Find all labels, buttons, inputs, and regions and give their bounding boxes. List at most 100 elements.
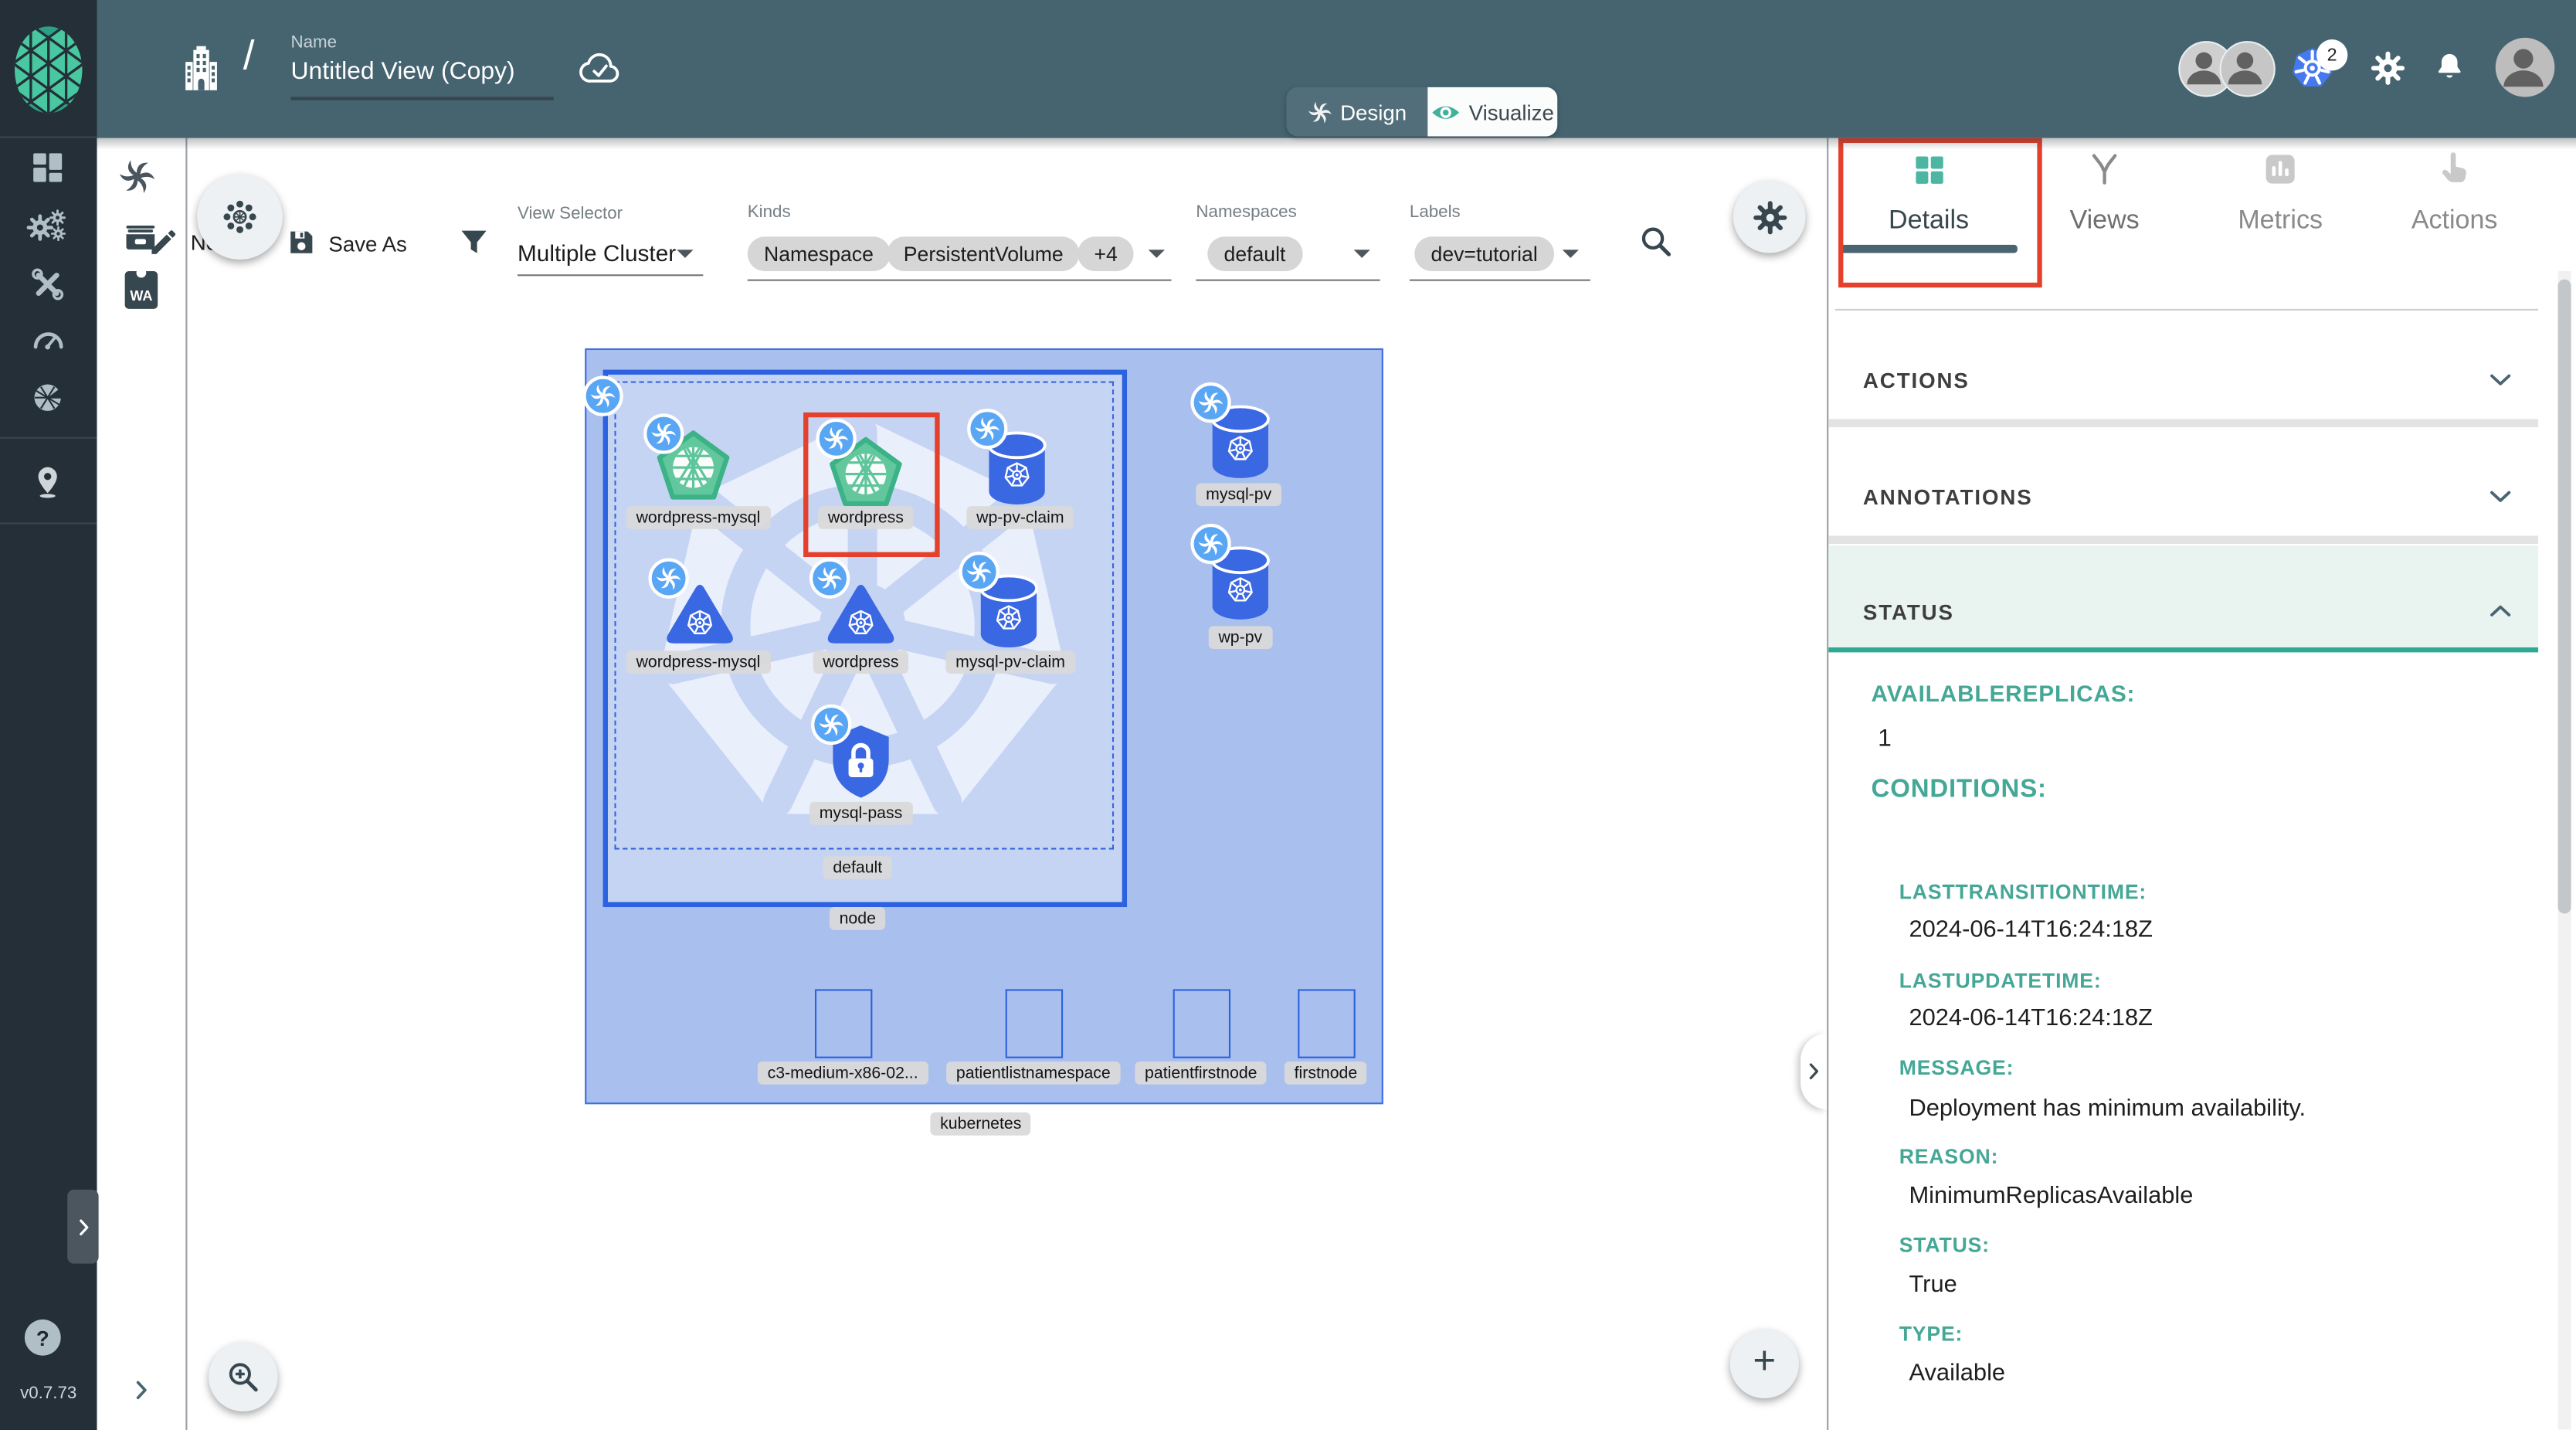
node-label: wp-pv (1209, 626, 1272, 649)
node-label: c3-medium-x86-02... (758, 1061, 928, 1085)
view-selector-value[interactable]: Multiple Cluster (518, 240, 676, 267)
connection-count-badge: 2 (2316, 39, 2347, 70)
dot-flower-icon (220, 197, 260, 236)
plus-icon: + (1753, 1338, 1776, 1384)
sidebar-expand-button[interactable] (67, 1190, 98, 1264)
kind-chip[interactable]: Namespace (748, 236, 890, 271)
chevron-up-icon[interactable] (2486, 596, 2515, 626)
filter-funnel-icon[interactable] (460, 229, 488, 255)
sidebar-item-lifecycle[interactable] (26, 209, 69, 246)
sidebar-item-configuration[interactable] (29, 267, 66, 303)
tab-metrics[interactable]: Metrics (2238, 207, 2323, 236)
actions-fab[interactable] (197, 174, 283, 260)
node-label: wordpress-mysql (626, 506, 770, 529)
tab-design[interactable]: Design (1286, 87, 1427, 137)
node-label: mysql-pv-claim (945, 650, 1074, 674)
sidebar-divider (0, 522, 97, 524)
status-field-value: True (1909, 1272, 1957, 1298)
namespace-chip[interactable]: default (1207, 236, 1302, 271)
settings-gear-icon[interactable] (2371, 51, 2405, 86)
accordion-status-label: STATUS (1863, 600, 1954, 624)
view-selector-caret-icon[interactable] (677, 250, 693, 258)
status-replicas-value: 1 (1878, 725, 1892, 752)
node-square-firstnode[interactable] (1298, 989, 1355, 1058)
collaborator-avatar[interactable] (2219, 41, 2275, 97)
kind-chip[interactable]: PersistentVolume (888, 236, 1080, 271)
meshery-badge-icon (1190, 522, 1232, 565)
designs-spiral-icon[interactable] (118, 158, 156, 195)
status-replicas-key: AVAILABLEREPLICAS: (1872, 681, 2136, 707)
status-accent-bar (1828, 647, 2538, 652)
metrics-icon (2262, 151, 2299, 188)
tab-visualize[interactable]: Visualize (1427, 87, 1557, 137)
status-field-key: LASTTRANSITIONTIME: (1899, 881, 2147, 904)
mode-toggle: Design Visualize (1286, 87, 1557, 137)
node-square-patientfirstnode[interactable] (1173, 989, 1230, 1058)
tab-views[interactable]: Views (2070, 207, 2140, 236)
node-label: patientlistnamespace (946, 1061, 1120, 1085)
zoom-in-fab[interactable] (209, 1343, 277, 1411)
notifications-bell-icon[interactable] (2433, 49, 2466, 84)
save-as-button[interactable]: Save As (328, 232, 406, 256)
chevron-down-icon[interactable] (2486, 481, 2515, 511)
visualize-label: Visualize (1469, 100, 1554, 124)
status-field-key: TYPE: (1899, 1323, 1963, 1346)
annotation-highlight-wordpress (803, 413, 940, 557)
panel-collapse-button[interactable] (1800, 1034, 1827, 1109)
meshery-badge-icon (1190, 381, 1232, 423)
sidebar-item-performance[interactable] (29, 322, 66, 358)
meshery-badge-icon (966, 407, 1009, 450)
label-chip[interactable]: dev=tutorial (1414, 236, 1554, 271)
strip-expand-chevron[interactable] (128, 1377, 154, 1403)
status-field-key: LASTUPDATETIME: (1899, 970, 2102, 993)
namespaces-label: Namespaces (1196, 202, 1296, 222)
node-label: mysql-pv (1196, 483, 1281, 506)
node-square-patientlistnamespace[interactable] (1006, 989, 1063, 1058)
panel-scrollbar-thumb[interactable] (2558, 280, 2571, 914)
sidebar-item-extensions[interactable] (29, 379, 66, 416)
namespaces-underline (1196, 280, 1380, 281)
meshery-badge-icon (647, 557, 690, 600)
kinds-caret-icon[interactable] (1149, 250, 1165, 258)
status-field-value: Deployment has minimum availability. (1909, 1096, 2306, 1123)
sidebar-item-toggles[interactable] (29, 462, 66, 501)
sidebar-item-dashboard[interactable] (29, 150, 66, 186)
kind-chip-more[interactable]: +4 (1078, 236, 1134, 271)
user-avatar[interactable] (2496, 38, 2555, 97)
wasm-filter-icon[interactable]: WA (125, 271, 158, 309)
help-button[interactable]: ? (25, 1320, 61, 1356)
save-as-icon (287, 229, 315, 256)
meshery-logo[interactable] (13, 25, 83, 115)
cloud-saved-icon (579, 49, 623, 87)
labels-caret-icon[interactable] (1563, 250, 1579, 258)
search-icon[interactable] (1638, 223, 1675, 260)
organization-icon[interactable] (182, 44, 220, 92)
tab-actions[interactable]: Actions (2411, 207, 2498, 236)
name-input[interactable]: Untitled View (Copy) (290, 57, 514, 85)
meshery-badge-icon (643, 413, 685, 455)
meshery-badge-icon (582, 375, 624, 417)
node-label: mysql-pass (809, 802, 912, 825)
canvas-settings-fab[interactable] (1733, 181, 1806, 253)
accordion-actions[interactable]: ACTIONS (1863, 368, 1970, 392)
sidebar-divider (0, 137, 97, 138)
panel-divider (1827, 138, 1828, 1430)
name-field-label: Name (290, 33, 337, 53)
chevron-down-icon[interactable] (2486, 365, 2515, 394)
visualize-eye-icon (1431, 101, 1461, 123)
panel-top-divider (1835, 309, 2538, 311)
kinds-underline (748, 280, 1172, 281)
add-node-fab[interactable]: + (1730, 1330, 1799, 1398)
edit-pencil-icon[interactable] (148, 227, 178, 258)
accordion-status-header[interactable] (1828, 545, 2538, 650)
node-square-c3-medium[interactable] (815, 989, 872, 1058)
meshery-badge-icon (810, 703, 853, 746)
namespaces-caret-icon[interactable] (1354, 250, 1370, 258)
chevron-right-icon (1802, 1060, 1825, 1083)
header-shadow (97, 138, 2576, 150)
node-label: wordpress-mysql (626, 650, 770, 674)
accordion-annotations[interactable]: ANNOTATIONS (1863, 484, 2033, 509)
namespace-label: default (823, 856, 892, 879)
meshery-badge-icon (958, 551, 1000, 593)
wasm-notch (137, 268, 147, 278)
